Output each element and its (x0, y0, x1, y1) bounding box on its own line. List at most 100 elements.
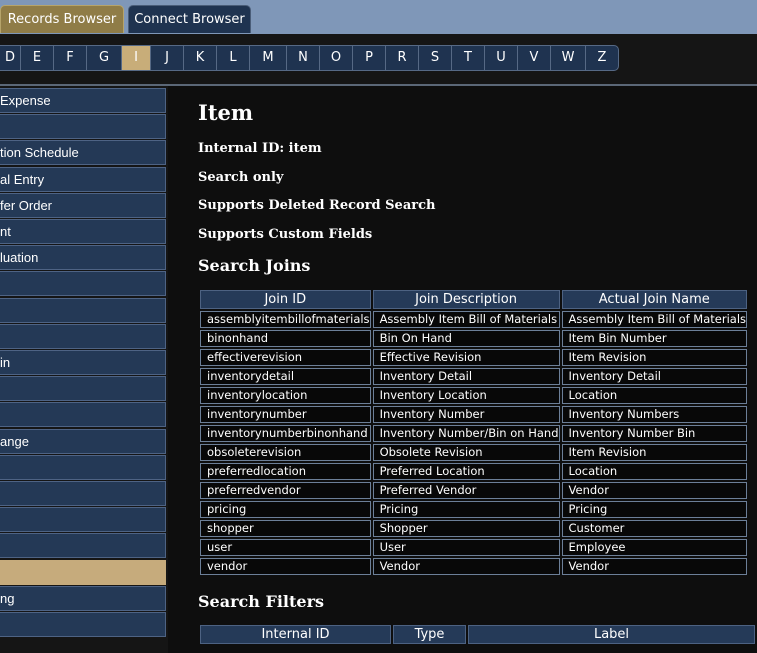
table-cell: Bin On Hand (372, 330, 560, 347)
sidebar-item[interactable]: ng (0, 585, 166, 611)
alphabet-bar: DEFGIJKLMNOPRSTUVWZ (0, 34, 757, 86)
letter-buttons: DEFGIJKLMNOPRSTUVWZ (0, 45, 619, 71)
table-cell: Effective Revision (372, 349, 560, 366)
table-cell: Location (561, 463, 748, 480)
sidebar-item[interactable]: al Entry (0, 166, 166, 192)
sidebar-item[interactable]: luation (0, 245, 166, 271)
table-cell: Item Revision (561, 349, 748, 366)
table-row: inventorynumber Inventory Number Inventory… (200, 406, 748, 423)
search-joins-heading: Search Joins (198, 256, 311, 275)
table-cell: binonhand (200, 330, 371, 347)
table-cell: Assembly Item Bill of Materials (561, 311, 748, 328)
table-cell: Inventory Number (372, 406, 560, 423)
record-title: Item (198, 100, 254, 125)
letter-button-e[interactable]: E (20, 45, 54, 71)
search-joins-table: Join ID Join Description Actual Join Name … (198, 288, 749, 577)
table-row: pricing Pricing Pricing (200, 501, 748, 518)
table-cell: pricing (200, 501, 371, 518)
table-row: preferredlocation Preferred Location Locat… (200, 463, 748, 480)
table-cell: Preferred Location (372, 463, 560, 480)
table-row: effectiverevision Effective Revision Item … (200, 349, 748, 366)
sidebar-item[interactable]: in (0, 350, 166, 375)
table-cell: inventorylocation (200, 387, 371, 404)
sidebar-item[interactable] (0, 376, 166, 402)
table-cell: Employee (561, 539, 748, 556)
sidebar-item[interactable] (0, 402, 166, 428)
table-cell: Vendor (561, 482, 748, 499)
table-cell: inventorynumber (200, 406, 371, 423)
search-filters-table: Internal ID Type Label (198, 623, 757, 646)
letter-button-v[interactable]: V (517, 45, 551, 71)
letter-button-f[interactable]: F (53, 45, 87, 71)
filters-column-header: Internal ID (200, 625, 391, 644)
sidebar-item[interactable]: nt (0, 219, 166, 244)
filters-column-header: Type (393, 625, 466, 644)
table-cell: Inventory Location (372, 387, 560, 404)
table-cell: Assembly Item Bill of Materials (372, 311, 560, 328)
letter-button-g[interactable]: G (86, 45, 122, 71)
joins-column-header: Join Description (372, 290, 560, 309)
table-cell: Inventory Detail (561, 368, 748, 385)
top-tab-strip: Records Browser Connect Browser (0, 0, 757, 34)
sidebar-item[interactable] (0, 507, 166, 533)
table-cell: Inventory Numbers (561, 406, 748, 423)
sidebar-item[interactable] (0, 533, 166, 559)
table-cell: preferredvendor (200, 482, 371, 499)
table-row: assemblyitembillofmaterials Assembly Item… (200, 311, 748, 328)
table-cell: inventorydetail (200, 368, 371, 385)
table-row: obsoleterevision Obsolete Revision Item Re… (200, 444, 748, 461)
letter-button-j[interactable]: J (150, 45, 184, 71)
tab-connect-browser[interactable]: Connect Browser (128, 5, 251, 33)
sidebar-item[interactable]: Expense (0, 88, 166, 113)
table-cell: user (200, 539, 371, 556)
letter-button-z[interactable]: Z (585, 45, 619, 71)
table-cell: shopper (200, 520, 371, 537)
sidebar-item[interactable] (0, 612, 166, 637)
sidebar-item[interactable] (0, 271, 166, 297)
table-cell: Inventory Number Bin (561, 425, 748, 442)
table-cell: Vendor (561, 558, 748, 575)
letter-button-k[interactable]: K (183, 45, 217, 71)
table-cell: Inventory Number/Bin on Hand (372, 425, 560, 442)
table-cell: Customer (561, 520, 748, 537)
sidebar-item[interactable] (0, 323, 166, 349)
search-filters-heading: Search Filters (198, 592, 324, 611)
table-row: vendor Vendor Vendor (200, 558, 748, 575)
sidebar-item[interactable] (0, 454, 166, 480)
table-cell: Obsolete Revision (372, 444, 560, 461)
table-cell: preferredlocation (200, 463, 371, 480)
sidebar-item[interactable]: tion Schedule (0, 140, 166, 166)
letter-button-r[interactable]: R (385, 45, 419, 71)
letter-button-i[interactable]: I (121, 45, 151, 71)
joins-column-header: Actual Join Name (561, 290, 748, 309)
table-cell: vendor (200, 558, 371, 575)
letter-button-t[interactable]: T (451, 45, 485, 71)
table-row: inventorynumberbinonhand Inventory Number… (200, 425, 748, 442)
table-row: shopper Shopper Customer (200, 520, 748, 537)
sidebar-item[interactable] (0, 559, 166, 585)
sidebar-item[interactable]: ange (0, 428, 166, 454)
letter-button-u[interactable]: U (484, 45, 518, 71)
letter-button-w[interactable]: W (550, 45, 586, 71)
tab-records-browser[interactable]: Records Browser (0, 5, 124, 33)
table-cell: Location (561, 387, 748, 404)
letter-button-l[interactable]: L (216, 45, 250, 71)
sidebar-item[interactable] (0, 114, 166, 140)
table-cell: Inventory Detail (372, 368, 560, 385)
sidebar-item[interactable] (0, 481, 166, 506)
sidebar-item[interactable] (0, 297, 166, 323)
table-cell: Shopper (372, 520, 560, 537)
deleted-search-text: Supports Deleted Record Search (198, 198, 436, 213)
letter-button-d[interactable]: D (0, 45, 21, 71)
letter-button-m[interactable]: M (249, 45, 287, 71)
letter-button-o[interactable]: O (319, 45, 353, 71)
filters-column-header: Label (468, 625, 755, 644)
letter-button-p[interactable]: P (352, 45, 386, 71)
record-type-sidebar: Expense tion Schedule al Entry fer Order nt l… (0, 86, 168, 653)
letter-button-n[interactable]: N (286, 45, 320, 71)
table-row: preferredvendor Preferred Vendor Vendor (200, 482, 748, 499)
record-detail-panel: Item Internal ID: item Search only Suppo… (168, 86, 757, 653)
sidebar-item[interactable]: fer Order (0, 192, 166, 218)
letter-button-s[interactable]: S (418, 45, 452, 71)
search-only-text: Search only (198, 170, 284, 185)
